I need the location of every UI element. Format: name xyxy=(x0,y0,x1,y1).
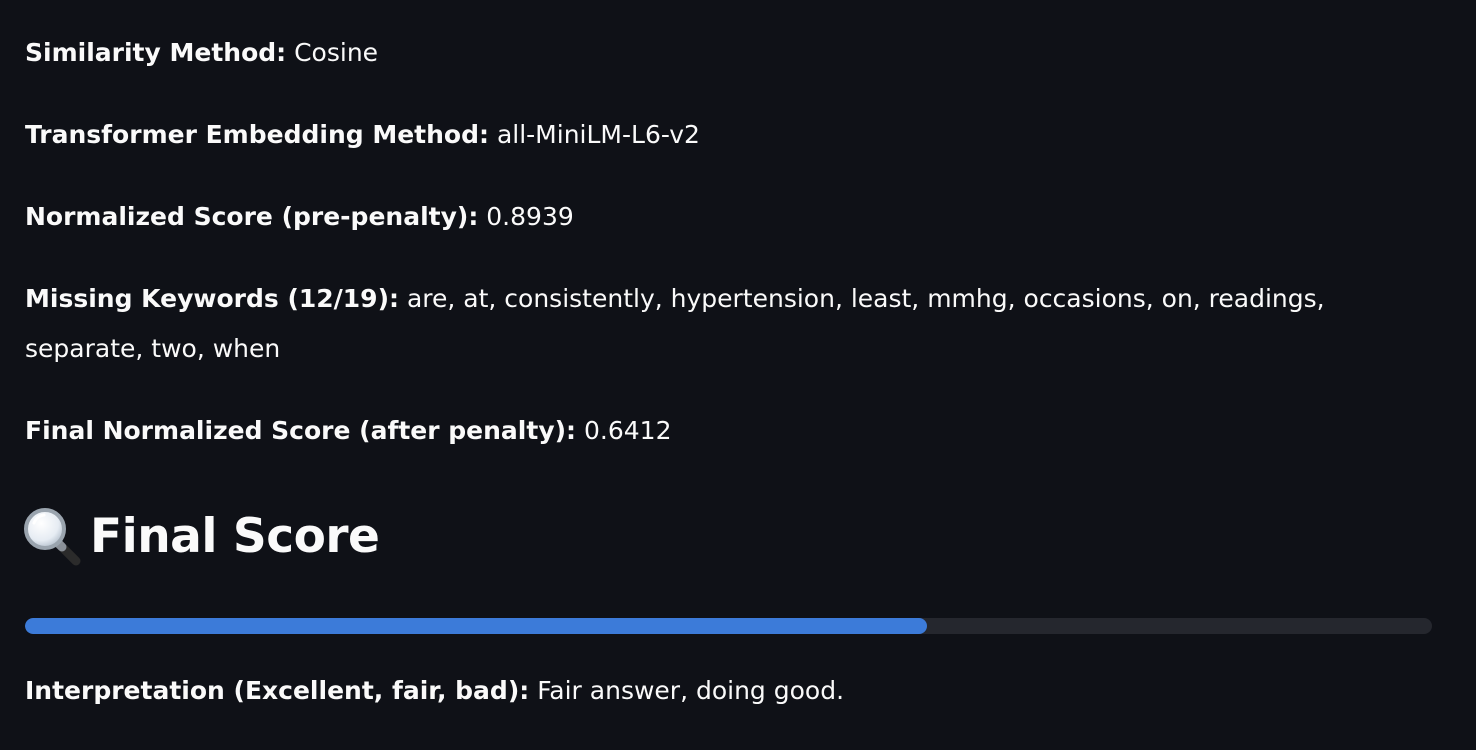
interpretation-value: Fair answer, doing good. xyxy=(537,676,845,705)
embedding-method-value: all-MiniLM-L6-v2 xyxy=(496,120,700,149)
final-normalized-score-row: Final Normalized Score (after penalty): … xyxy=(25,414,671,448)
interpretation-row: Interpretation (Excellent, fair, bad): F… xyxy=(25,674,844,708)
missing-keywords-row: Missing Keywords (12/19): are, at, consi… xyxy=(25,274,1405,374)
final-normalized-score-value: 0.6412 xyxy=(584,416,672,445)
final-normalized-score-label: Final Normalized Score (after penalty): xyxy=(25,416,577,445)
final-score-progress-fill xyxy=(25,618,928,634)
missing-keywords-label: Missing Keywords (12/19): xyxy=(25,284,399,313)
embedding-method-row: Transformer Embedding Method: all-MiniLM… xyxy=(25,118,700,152)
similarity-method-row: Similarity Method: Cosine xyxy=(25,36,378,70)
normalized-score-label: Normalized Score (pre-penalty): xyxy=(25,202,479,231)
final-score-heading: Final Score xyxy=(22,500,380,572)
embedding-method-label: Transformer Embedding Method: xyxy=(25,120,489,149)
similarity-method-label: Similarity Method: xyxy=(25,38,287,67)
final-score-title: Final Score xyxy=(90,508,380,564)
magnifying-glass-icon xyxy=(22,506,82,566)
normalized-score-value: 0.8939 xyxy=(486,202,574,231)
interpretation-label: Interpretation (Excellent, fair, bad): xyxy=(25,676,530,705)
normalized-score-row: Normalized Score (pre-penalty): 0.8939 xyxy=(25,200,574,234)
similarity-method-value: Cosine xyxy=(294,38,379,67)
final-score-progress-bar xyxy=(25,618,1432,634)
